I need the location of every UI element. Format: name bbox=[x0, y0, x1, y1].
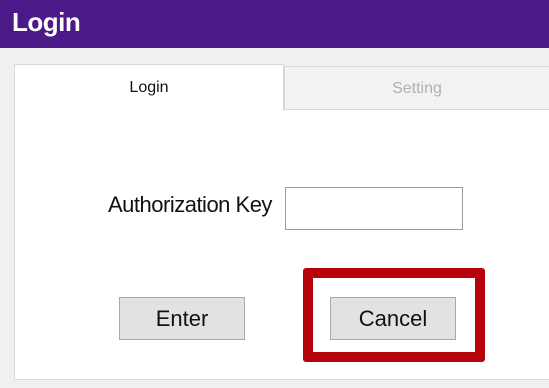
authorization-key-input[interactable] bbox=[285, 187, 463, 230]
tab-setting[interactable]: Setting bbox=[284, 66, 549, 110]
window-title: Login bbox=[12, 7, 81, 37]
tab-login-label: Login bbox=[129, 79, 169, 96]
login-window: Login Login Setting Authorization Key En… bbox=[0, 0, 549, 388]
title-bar: Login bbox=[0, 0, 549, 48]
tab-login[interactable]: Login bbox=[14, 64, 284, 111]
cancel-button[interactable]: Cancel bbox=[330, 297, 456, 340]
tab-setting-label: Setting bbox=[392, 80, 442, 97]
tab-panel bbox=[14, 108, 549, 380]
enter-button[interactable]: Enter bbox=[119, 297, 245, 340]
authorization-key-label: Authorization Key bbox=[108, 192, 272, 217]
